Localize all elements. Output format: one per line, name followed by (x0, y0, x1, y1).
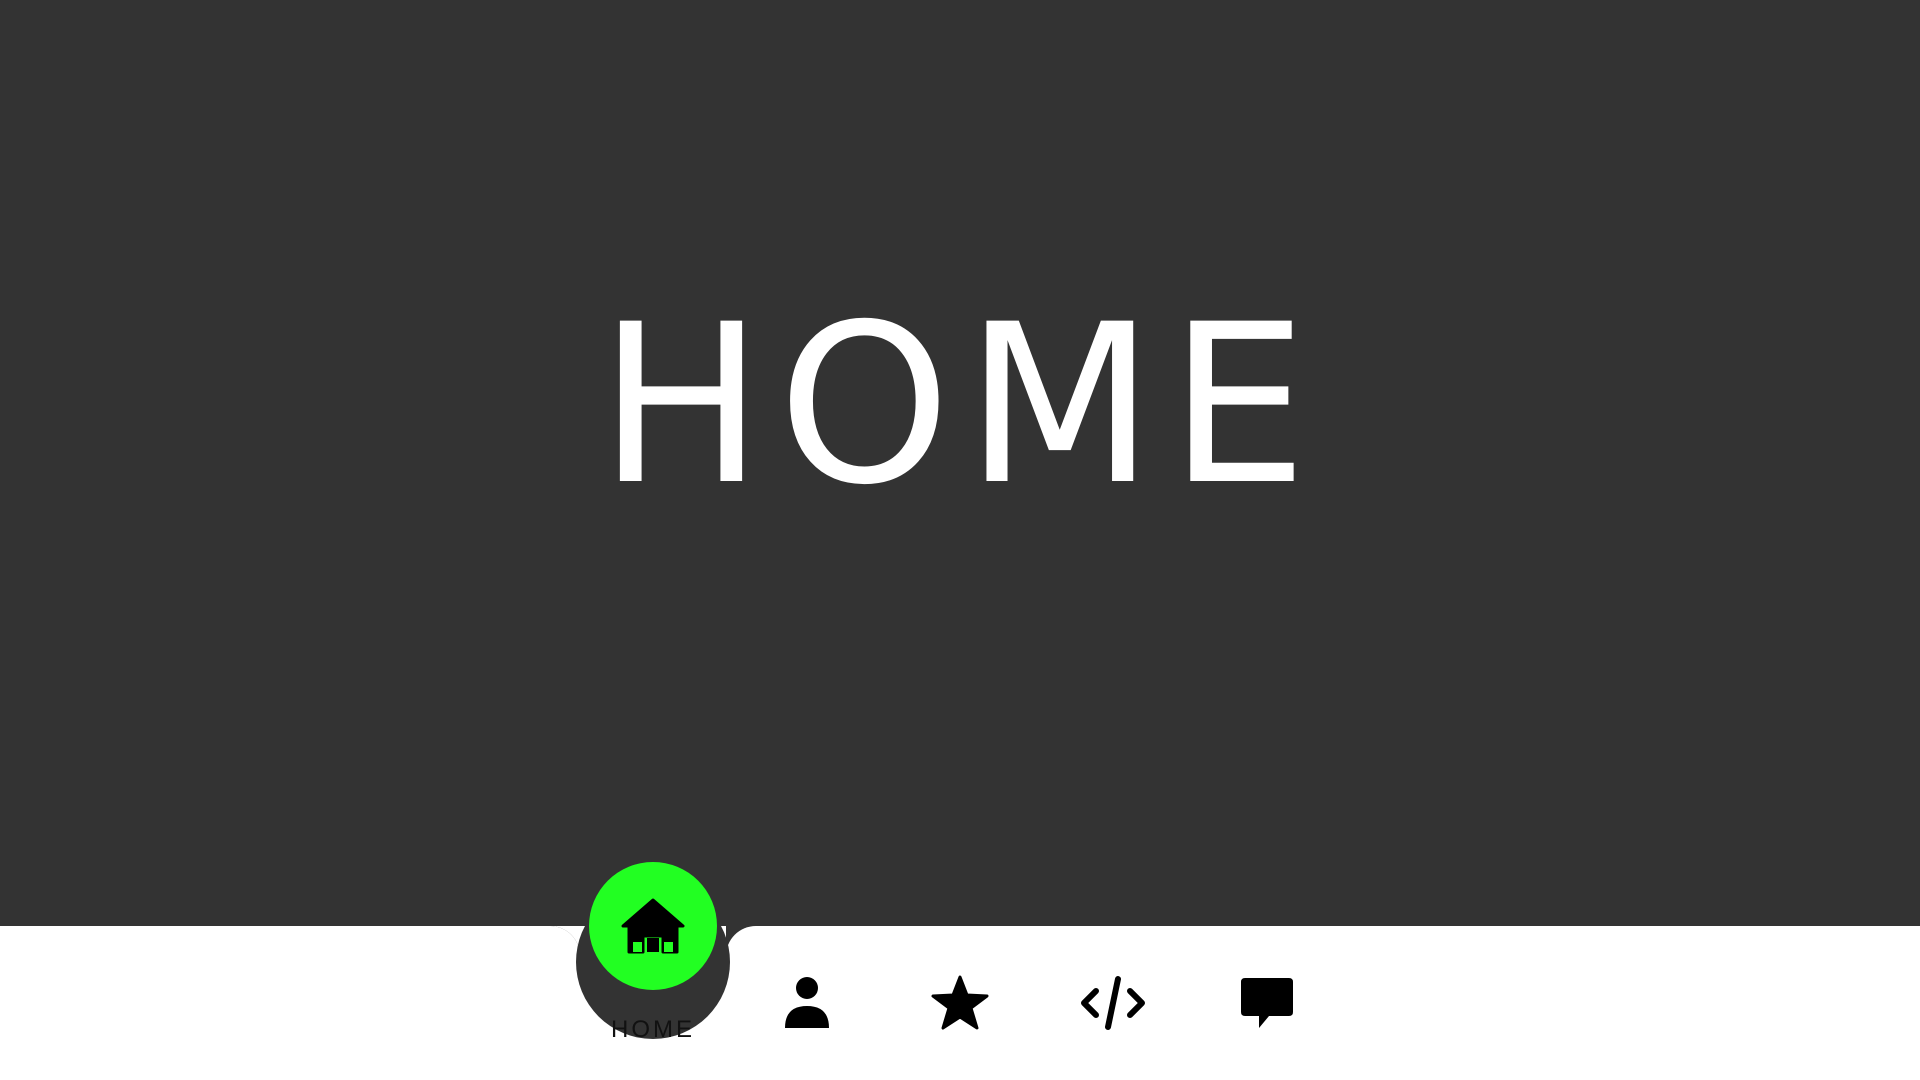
star-icon (931, 975, 989, 1030)
code-icon (1081, 976, 1145, 1030)
user-icon (785, 977, 829, 1028)
nav-item-contact[interactable] (1207, 926, 1327, 1080)
nav-item-home-label: HOME (611, 1016, 695, 1043)
page-title: HOME (598, 277, 1322, 533)
chat-icon (1241, 978, 1293, 1028)
page: HOME HOME (0, 0, 1920, 1080)
nav-item-projects[interactable] (1053, 926, 1173, 1080)
nav-item-about[interactable] (747, 926, 867, 1080)
nav-item-home[interactable]: HOME (589, 862, 717, 1080)
nav-item-skills[interactable] (900, 926, 1020, 1080)
home-icon (621, 898, 685, 954)
nav-list: HOME (0, 0, 1920, 1080)
